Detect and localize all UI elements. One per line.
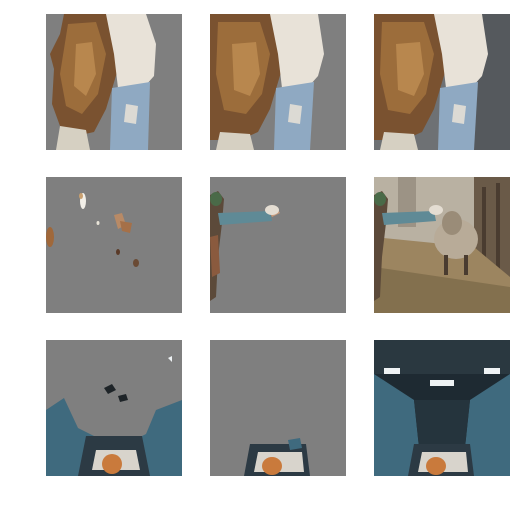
row3-panel1-masked-escalator [46,340,182,476]
row3-panel2-masked-person [210,340,346,476]
row3-panel3-original-escalator [374,340,510,476]
row2-panel1-masked-fragments [46,177,182,313]
row2-panel2-masked-person [210,177,346,313]
row1-panel2-masked-woman [210,14,346,150]
row1-panel1-masked-woman [46,14,182,150]
row2-panel3-original-sheep [374,177,510,313]
row1-panel3-original-woman [374,14,510,150]
image-grid [0,0,520,510]
